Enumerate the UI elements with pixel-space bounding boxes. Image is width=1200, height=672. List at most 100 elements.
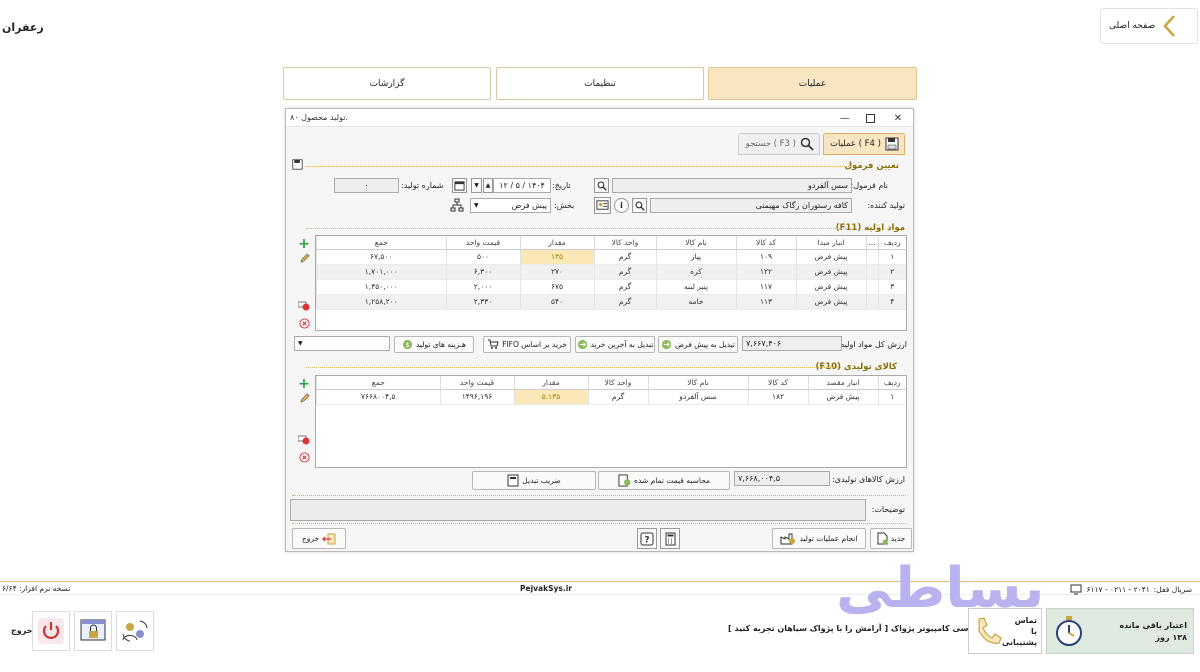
date-field[interactable]: ۱۴۰۴ / ۵ / ۱۲ <box>493 178 551 193</box>
add-icon[interactable]: + <box>298 237 310 251</box>
producer-search-button[interactable] <box>632 198 647 213</box>
producer-card-button[interactable] <box>594 197 611 214</box>
quantity-cell[interactable]: ۵.۱۳۵ <box>513 389 588 405</box>
dialog-tab-search[interactable]: جستجو ( F3 ) <box>738 133 820 155</box>
calendar-button[interactable] <box>452 178 467 193</box>
table-row[interactable]: ۱ پیش فرض ۱۰۹ پیاز گرم ۱۳۵ ۵۰۰ ۶۷,۵۰۰ <box>316 249 906 265</box>
producer-label: تولید کننده: <box>867 201 905 210</box>
lock-button[interactable] <box>74 611 112 651</box>
search-icon <box>800 137 814 151</box>
cell: ۱۱۳ <box>735 294 796 310</box>
table-row[interactable]: ۴ پیش فرض ۱۱۳ خامه گرم ۵۴۰ ۲,۳۳۰ ۱,۲۵۸,۲۰۰ <box>316 294 906 310</box>
users-button[interactable] <box>116 611 154 651</box>
clear-icon[interactable] <box>298 452 310 466</box>
production-total-value: ۷,۶۶۸,۰۰۴,۵ <box>738 474 781 483</box>
contact-support-button[interactable]: تماس با پشتیبانی <box>968 608 1042 654</box>
credit-label: اعتبار باقی مانده <box>1119 620 1187 630</box>
button-label: ضریب تبدیل <box>522 476 561 485</box>
remaining-credit: اعتبار باقی مانده ۱۳۸ روز <box>1046 608 1194 654</box>
tab-label: عملیات <box>798 78 827 89</box>
conversion-factor-button[interactable]: ضریب تبدیل <box>472 471 596 490</box>
convert-icon <box>661 339 672 350</box>
maximize-button[interactable] <box>862 111 878 125</box>
column-header: مقدار <box>513 376 588 390</box>
date-dropdown[interactable]: ▼ <box>471 178 482 193</box>
calculator-icon <box>507 474 519 487</box>
quantity-cell[interactable]: ۶۷۵ <box>519 279 594 295</box>
quantity-cell[interactable]: ۵۴۰ <box>519 294 594 310</box>
section-select[interactable]: پیش فرض ▼ <box>470 198 551 213</box>
description-field[interactable] <box>290 499 866 521</box>
cell: سس آلفردو <box>647 389 748 405</box>
raw-materials-grid[interactable]: ردیف ... انبار مبدا کد کالا نام کالا واح… <box>315 235 907 331</box>
description-label: توضیحات: <box>871 505 905 514</box>
new-button[interactable]: جدید <box>870 528 912 549</box>
exit-dialog-button[interactable]: خروج <box>292 528 346 549</box>
formula-field[interactable]: سس آلفردو <box>612 178 852 193</box>
producer-field[interactable]: کافه رستوران رگاک مهیمنی <box>650 198 852 213</box>
tab-operations[interactable]: عملیات <box>708 67 917 100</box>
save-icon[interactable] <box>292 159 303 173</box>
run-production-button[interactable]: انجام عملیات تولید <box>772 528 866 549</box>
monitor-icon <box>1070 584 1082 595</box>
production-number-field[interactable]: ۰ <box>334 178 399 193</box>
formula-search-button[interactable] <box>594 178 609 193</box>
quantity-cell[interactable]: ۱۳۵ <box>519 249 594 265</box>
convert-default-button[interactable]: تبدیل به پیش فرض <box>658 336 738 353</box>
section-value: پیش فرض <box>511 201 547 210</box>
cell: ۲,۳۳۰ <box>445 294 520 310</box>
phone-icon <box>978 617 1002 644</box>
quantity-cell[interactable]: ۲۷۰ <box>519 264 594 280</box>
chevron-down-icon: ▼ <box>298 340 303 347</box>
website-link[interactable]: PejvakSys.ir <box>520 584 572 593</box>
save-icon <box>885 137 899 151</box>
dialog-tab-operations[interactable]: عملیات ( F4 ) <box>823 133 905 155</box>
tab-settings[interactable]: تنظیمات <box>496 67 704 100</box>
table-header: ردیف انبار مقصد کد کالا نام کالا واحد کا… <box>316 376 906 390</box>
svg-text:?: ? <box>644 535 649 545</box>
edit-icon[interactable] <box>299 393 310 407</box>
edit-icon[interactable] <box>299 253 310 267</box>
minimize-button[interactable]: — <box>837 111 853 125</box>
convert-latest-button[interactable]: تبدیل به آخرین خرید <box>575 336 655 353</box>
delete-row-icon[interactable] <box>297 301 310 314</box>
formula-value: سس آلفردو <box>808 181 848 190</box>
tab-reports[interactable]: گزارشات <box>283 67 491 100</box>
calendar-icon <box>454 181 465 191</box>
table-row[interactable]: ۱ پیش فرض ۱۸۲ سس آلفردو گرم ۵.۱۳۵ ۱۴۹۶,۱۹۶ ۷۶۶۸… <box>316 389 906 405</box>
divider <box>306 228 846 229</box>
production-costs-button[interactable]: $ هـزینه های تولید <box>394 336 474 353</box>
support-label: تماس با پشتیبانی <box>1001 615 1037 647</box>
new-document-icon <box>877 532 888 545</box>
costs-select[interactable]: ▼ <box>294 336 390 351</box>
table-header: ردیف ... انبار مبدا کد کالا نام کالا واح… <box>316 236 906 250</box>
power-button[interactable] <box>32 611 70 651</box>
clear-icon[interactable] <box>298 318 310 332</box>
cell: پیش فرض <box>795 264 866 280</box>
tab-label: جستجو ( F3 ) <box>745 139 796 149</box>
cell: پیش فرض <box>807 389 878 405</box>
home-button[interactable]: صفحه اصلی <box>1100 8 1198 44</box>
column-header: نام کالا <box>647 376 748 390</box>
cell: ۶۷,۵۰۰ <box>316 249 446 265</box>
cell: پیش فرض <box>795 294 866 310</box>
hierarchy-icon[interactable] <box>450 198 464 215</box>
table-row[interactable]: ۲ پیش فرض ۱۲۲ کره گرم ۲۷۰ ۶,۳۰۰ ۱,۷۰۱,۰۰۰ <box>316 264 906 280</box>
delete-row-icon[interactable] <box>297 435 310 448</box>
calculate-cost-button[interactable]: محاسبه قیمت تمام شده <box>598 471 730 490</box>
calculator-button[interactable] <box>660 528 680 549</box>
info-button[interactable]: i <box>614 198 629 213</box>
factory-icon <box>780 532 796 545</box>
column-header: واحد کالا <box>587 376 648 390</box>
close-button[interactable]: ✕ <box>890 111 906 125</box>
fifo-purchase-button[interactable]: خرید بر اساس FIFO <box>483 336 571 353</box>
cell: گرم <box>593 279 656 295</box>
date-spinner[interactable]: ▲ <box>483 178 493 193</box>
exit-icon <box>322 533 336 545</box>
help-button[interactable]: ? <box>637 528 657 549</box>
production-goods-grid[interactable]: ردیف انبار مقصد کد کالا نام کالا واحد کا… <box>315 375 907 468</box>
table-row[interactable]: ۳ پیش فرض ۱۱۷ پنیر لبنه گرم ۶۷۵ ۲,۰۰۰ ۱,۳۵۰,۰۰۰ <box>316 279 906 295</box>
tab-label: گزارشات <box>369 78 405 89</box>
formula-section-title: تعیین فرمول <box>844 161 899 171</box>
add-icon[interactable]: + <box>298 377 310 391</box>
